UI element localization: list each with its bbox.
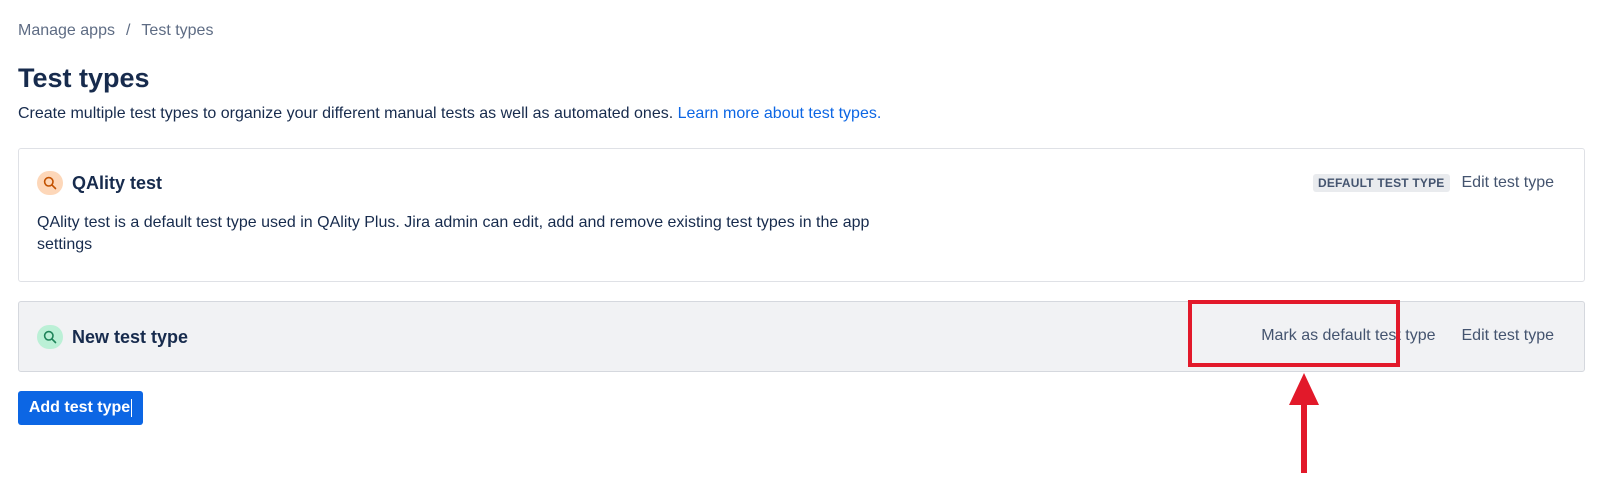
breadcrumb-separator: / [125,22,131,39]
test-type-name: New test type [72,327,189,347]
learn-more-link[interactable]: Learn more about test types. [678,105,882,122]
default-test-type-badge: DEFAULT TEST TYPE [1312,174,1450,192]
edit-test-type-button[interactable]: Edit test type [1462,326,1555,346]
test-type-name: QAlity test [72,173,163,193]
mark-as-default-button[interactable]: Mark as default test type [1261,326,1435,346]
arrow-up-icon [1289,373,1319,473]
test-type-header: New test type [37,325,188,349]
page-title: Test types [18,63,150,93]
page-description-text: Create multiple test types to organize y… [18,105,674,122]
search-icon [37,171,63,195]
breadcrumb-test-types[interactable]: Test types [141,21,213,41]
test-types-page: Manage apps / Test types Test types Crea… [0,0,1602,484]
text-caret [131,399,133,417]
test-type-card-qality: QAlity test DEFAULT TEST TYPE Edit test … [18,148,1585,282]
test-type-card-new: New test type Mark as default test type … [18,301,1585,372]
add-test-type-label: Add test type [28,399,131,416]
test-type-actions: Mark as default test type Edit test type [1261,326,1554,346]
breadcrumb: Manage apps / Test types [18,21,213,41]
add-test-type-button[interactable]: Add test type [18,391,143,425]
test-type-header: QAlity test [37,171,162,195]
edit-test-type-button[interactable]: Edit test type [1462,173,1555,193]
test-type-description: QAlity test is a default test type used … [37,214,870,253]
search-icon [37,325,63,349]
test-type-actions: DEFAULT TEST TYPE Edit test type [1312,173,1555,193]
breadcrumb-manage-apps[interactable]: Manage apps [18,21,115,41]
page-description: Create multiple test types to organize y… [18,104,881,124]
